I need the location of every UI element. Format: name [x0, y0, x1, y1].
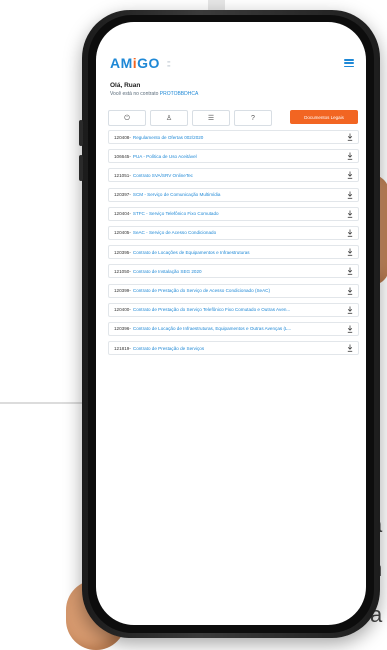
document-code: 120397	[114, 192, 130, 198]
document-code: 121050	[114, 268, 130, 274]
hamburger-menu-icon[interactable]	[344, 59, 354, 67]
documents-legal-button[interactable]: Documentos Legais	[290, 110, 358, 124]
document-title-link[interactable]: Contrato de Locações de Equipamentos e I…	[133, 250, 343, 255]
document-row[interactable]: 120395 - Contrato de Locações de Equipam…	[108, 245, 359, 260]
document-separator: -	[129, 192, 131, 198]
document-code: 120405	[114, 230, 130, 236]
document-title-link[interactable]: SeAC - Serviço de Acesso Condicionado	[133, 230, 343, 235]
document-row[interactable]: 120400 - Contrato de Prestação do Serviç…	[108, 302, 359, 317]
document-code: 106645	[114, 153, 130, 159]
download-icon[interactable]	[347, 191, 353, 199]
document-title-link[interactable]: SCM - Serviço de Comunicação Multimídia	[133, 192, 343, 197]
tab-power[interactable]: ⏻	[108, 110, 146, 126]
tab-help[interactable]: ?	[234, 110, 272, 126]
tab-bar: ⏻ ♙ ☰ ? Documentos Legais	[108, 110, 358, 126]
document-row[interactable]: 120408 - Regulamento de Ofertas 002/2020	[108, 130, 359, 144]
download-icon[interactable]	[347, 171, 353, 180]
document-code: 120408	[114, 134, 130, 140]
phone-side-button	[79, 120, 83, 146]
phone-side-button	[79, 155, 83, 181]
document-separator: -	[129, 249, 131, 255]
document-separator: -	[129, 172, 131, 178]
help-icon: ?	[251, 114, 255, 122]
document-title-link[interactable]: Contrato SVA/SRV OnlineTec	[133, 173, 343, 178]
download-icon[interactable]	[347, 210, 353, 218]
document-code: 121819	[114, 345, 130, 351]
contract-info: Você está no contrato PROTOBBDHCA	[110, 91, 199, 97]
document-list: 120408 - Regulamento de Ofertas 002/2020…	[108, 130, 359, 360]
document-separator: -	[129, 345, 131, 351]
document-row[interactable]: 120404 - STFC - Serviço Telefônico Fixo …	[108, 206, 359, 221]
document-row[interactable]: 121050 - Contrato de Instalação SEG 2020	[108, 264, 359, 279]
download-icon[interactable]	[347, 248, 353, 256]
document-separator: -	[129, 211, 131, 217]
document-row[interactable]: 120396 - Contrato de Locação de Infraest…	[108, 321, 359, 336]
download-icon[interactable]	[347, 152, 353, 160]
document-code: 120400	[114, 307, 130, 313]
download-icon[interactable]	[347, 267, 353, 276]
document-title-link[interactable]: STFC - Serviço Telefônico Fixo Comutado	[133, 211, 343, 216]
document-code: 120399	[114, 288, 130, 293]
document-code: 120396	[114, 326, 130, 332]
document-separator: -	[129, 153, 131, 159]
document-title-link[interactable]: Contrato de Prestação de Serviços	[133, 346, 343, 351]
document-row[interactable]: 106645 - PUA - Política de Uso Aceitável	[108, 149, 359, 164]
document-separator: -	[129, 230, 131, 236]
download-icon[interactable]	[347, 229, 353, 237]
document-separator: -	[129, 307, 131, 313]
user-icon: ♙	[165, 114, 173, 122]
contract-id[interactable]: PROTOBBDHCA	[160, 91, 199, 97]
download-icon[interactable]	[347, 306, 353, 314]
list-icon: ☰	[207, 114, 215, 122]
document-separator: -	[129, 326, 131, 332]
download-icon[interactable]	[347, 287, 353, 295]
document-code: 120395	[114, 249, 130, 255]
document-row[interactable]: 120405 - SeAC - Serviço de Acesso Condic…	[108, 225, 359, 240]
document-title-link[interactable]: Contrato de Locação de Infraestruturas, …	[133, 326, 343, 331]
logo-tagline: ═ ═	[167, 59, 171, 69]
download-icon[interactable]	[347, 344, 353, 352]
download-icon[interactable]	[347, 325, 353, 333]
document-separator: -	[129, 268, 131, 274]
tab-list[interactable]: ☰	[192, 110, 230, 126]
document-title-link[interactable]: Regulamento de Ofertas 002/2020	[133, 135, 343, 140]
document-separator: -	[129, 288, 131, 293]
document-row[interactable]: 121051 - Contrato SVA/SRV OnlineTec	[108, 168, 359, 183]
document-title-link[interactable]: Contrato de Prestação do Serviço Telefôn…	[133, 307, 343, 312]
download-icon[interactable]	[347, 133, 353, 141]
document-title-link[interactable]: Contrato de Instalação SEG 2020	[133, 269, 343, 274]
document-title-link[interactable]: Contrato de Prestação do Serviço de Aces…	[133, 288, 343, 293]
document-row[interactable]: 120397 - SCM - Serviço de Comunicação Mu…	[108, 187, 359, 202]
power-icon: ⏻	[124, 114, 130, 122]
app-header: AMiGO ═ ═	[110, 52, 354, 74]
document-row[interactable]: 121819 - Contrato de Prestação de Serviç…	[108, 341, 359, 356]
document-title-link[interactable]: PUA - Política de Uso Aceitável	[133, 154, 343, 159]
phone-screen: AMiGO ═ ═ Olá, Ruan Você está no contrato…	[96, 22, 366, 625]
app-logo[interactable]: AMiGO ═ ═	[110, 55, 171, 71]
document-separator: -	[129, 134, 131, 140]
document-code: 120404	[114, 211, 130, 217]
tab-user[interactable]: ♙	[150, 110, 188, 126]
greeting: Olá, Ruan	[110, 82, 141, 89]
document-row[interactable]: 120399 - Contrato de Prestação do Serviç…	[108, 283, 359, 298]
document-code: 121051	[114, 172, 130, 178]
